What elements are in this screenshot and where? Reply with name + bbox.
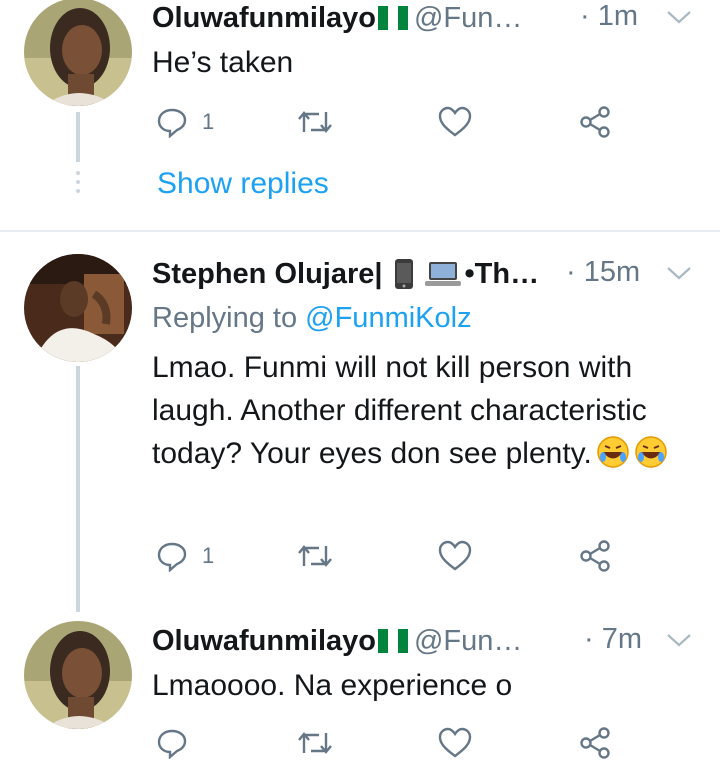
reply-icon: [157, 108, 187, 138]
avatar[interactable]: [24, 254, 132, 362]
reply-count: 1: [202, 109, 215, 134]
share-button[interactable]: [579, 536, 611, 576]
timestamp[interactable]: · 7m: [584, 623, 642, 656]
nigeria-flag-icon: [377, 6, 408, 30]
chevron-down-icon[interactable]: [666, 632, 692, 648]
like-icon: [438, 106, 472, 137]
reply-button[interactable]: 1: [156, 536, 214, 576]
retweet-icon: [298, 732, 332, 754]
username-handle[interactable]: @Fun…: [414, 2, 522, 35]
nigeria-flag-icon: [377, 629, 408, 653]
reply-button[interactable]: 1: [156, 102, 214, 142]
laptop-emoji-icon: [424, 262, 461, 286]
tweet-actions: [152, 723, 622, 763]
like-icon: [438, 540, 472, 571]
display-name[interactable]: Oluwafunmilayo: [152, 2, 376, 35]
retweet-button[interactable]: [297, 723, 333, 763]
tweet-1[interactable]: Oluwafunmilayo @Fun… · 1m He’s taken 1 S…: [0, 0, 720, 230]
tweet-text: He’s taken: [152, 46, 294, 79]
chevron-down-icon[interactable]: [666, 9, 692, 25]
retweet-button[interactable]: [297, 536, 333, 576]
reply-icon: [157, 542, 187, 572]
reply-count: 1: [202, 543, 215, 568]
share-icon: [580, 540, 610, 572]
avatar[interactable]: [24, 621, 132, 729]
replying-mention-link[interactable]: @FunmiKolz: [305, 302, 471, 334]
tweet-2[interactable]: Stephen Olujare| •Th… · 15m Replying to …: [0, 232, 720, 612]
tweet-3[interactable]: Oluwafunmilayo @Fun… · 7m Lmaoooo. Na ex…: [0, 612, 720, 771]
retweet-icon: [298, 111, 332, 133]
tweet-text: Lmaoooo. Na experience o: [152, 669, 513, 702]
tweet-actions: 1: [152, 102, 622, 142]
phone-emoji-icon: [394, 259, 413, 289]
tweet-text-body: Lmao. Funmi will not kill person with la…: [152, 351, 647, 470]
timestamp[interactable]: · 15m: [566, 256, 640, 289]
replying-prefix: Replying to: [152, 302, 298, 334]
retweet-icon: [298, 545, 332, 567]
show-replies-link[interactable]: Show replies: [157, 167, 329, 201]
share-icon: [580, 727, 610, 759]
display-name[interactable]: Oluwafunmilayo: [152, 625, 376, 658]
thread-line: [76, 366, 80, 612]
avatar[interactable]: [24, 0, 132, 106]
retweet-button[interactable]: [297, 102, 333, 142]
display-name[interactable]: Stephen Olujare|: [152, 258, 383, 291]
like-button[interactable]: [438, 536, 472, 576]
tweet-actions: 1: [152, 536, 622, 576]
rofl-emoji-icon: [635, 436, 667, 468]
thread-line: [76, 112, 80, 162]
share-button[interactable]: [579, 102, 611, 142]
reply-icon: [157, 729, 187, 759]
reply-button[interactable]: [156, 723, 188, 763]
like-button[interactable]: [438, 723, 472, 763]
share-button[interactable]: [579, 723, 611, 763]
replying-to: Replying to @FunmiKolz: [152, 302, 472, 335]
username-handle[interactable]: @Fun…: [414, 625, 522, 658]
share-icon: [580, 106, 610, 138]
like-button[interactable]: [438, 102, 472, 142]
display-name-suffix[interactable]: •Th…: [465, 258, 540, 291]
like-icon: [438, 727, 472, 758]
timestamp[interactable]: · 1m: [580, 0, 638, 33]
rofl-emoji-icon: [597, 436, 629, 468]
tweet-text: Lmao. Funmi will not kill person with la…: [152, 346, 697, 475]
chevron-down-icon[interactable]: [666, 265, 692, 281]
